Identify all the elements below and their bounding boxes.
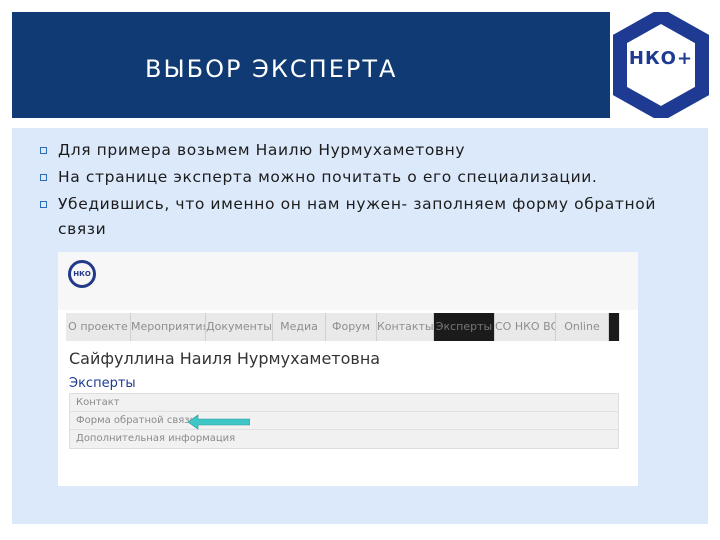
nav-item-media[interactable]: Медиа: [273, 313, 326, 341]
bullet-item: Для примера возьмем Наилю Нурмухаметовну: [40, 138, 700, 163]
bullet-marker-icon: [40, 174, 47, 181]
nav-item-forum[interactable]: Форум: [326, 313, 377, 341]
slide-title: ВЫБОР ЭКСПЕРТА: [145, 55, 398, 83]
nav-item-online[interactable]: Online: [556, 313, 609, 341]
nav-item-events[interactable]: Мероприятия: [131, 313, 206, 341]
nav-item-documents[interactable]: Документы: [206, 313, 273, 341]
nav-end-cap: [609, 313, 619, 341]
site-nav: О проекте Мероприятия Документы Медиа Фо…: [66, 313, 620, 341]
site-header: НКО: [58, 252, 638, 310]
bullet-item: На странице эксперта можно почитать о ег…: [40, 165, 700, 190]
site-logo[interactable]: НКО: [68, 260, 96, 288]
experts-link[interactable]: Эксперты: [69, 376, 136, 391]
bullet-item: Убедившись, что именно он нам нужен- зап…: [40, 192, 700, 242]
menu-row-feedback-form[interactable]: Форма обратной связи: [70, 412, 618, 430]
bullet-list: Для примера возьмем Наилю Нурмухаметовну…: [40, 138, 700, 244]
nko-logo: НКО+: [612, 7, 710, 123]
nav-item-contacts[interactable]: Контакты: [377, 313, 434, 341]
bullet-marker-icon: [40, 147, 47, 154]
nav-item-about[interactable]: О проекте: [66, 313, 131, 341]
pointer-arrow-icon: [188, 414, 250, 430]
logo-text: НКО+: [628, 48, 694, 69]
expert-menu: Контакт Форма обратной связи Дополнитель…: [69, 393, 619, 449]
bullet-text: На странице эксперта можно почитать о ег…: [58, 168, 598, 186]
nav-item-so-nko[interactable]: СО НКО ВС: [495, 313, 556, 341]
menu-row-contact[interactable]: Контакт: [70, 394, 618, 412]
menu-row-additional-info[interactable]: Дополнительная информация: [70, 430, 618, 448]
bullet-text: Убедившись, что именно он нам нужен- зап…: [58, 195, 657, 238]
expert-name-heading: Сайфуллина Наиля Нурмухаметовна: [69, 349, 381, 368]
bullet-marker-icon: [40, 201, 47, 208]
nav-item-experts[interactable]: Эксперты: [434, 313, 495, 341]
website-screenshot: НКО О проекте Мероприятия Документы Меди…: [58, 252, 638, 486]
bullet-text: Для примера возьмем Наилю Нурмухаметовну: [58, 141, 466, 159]
